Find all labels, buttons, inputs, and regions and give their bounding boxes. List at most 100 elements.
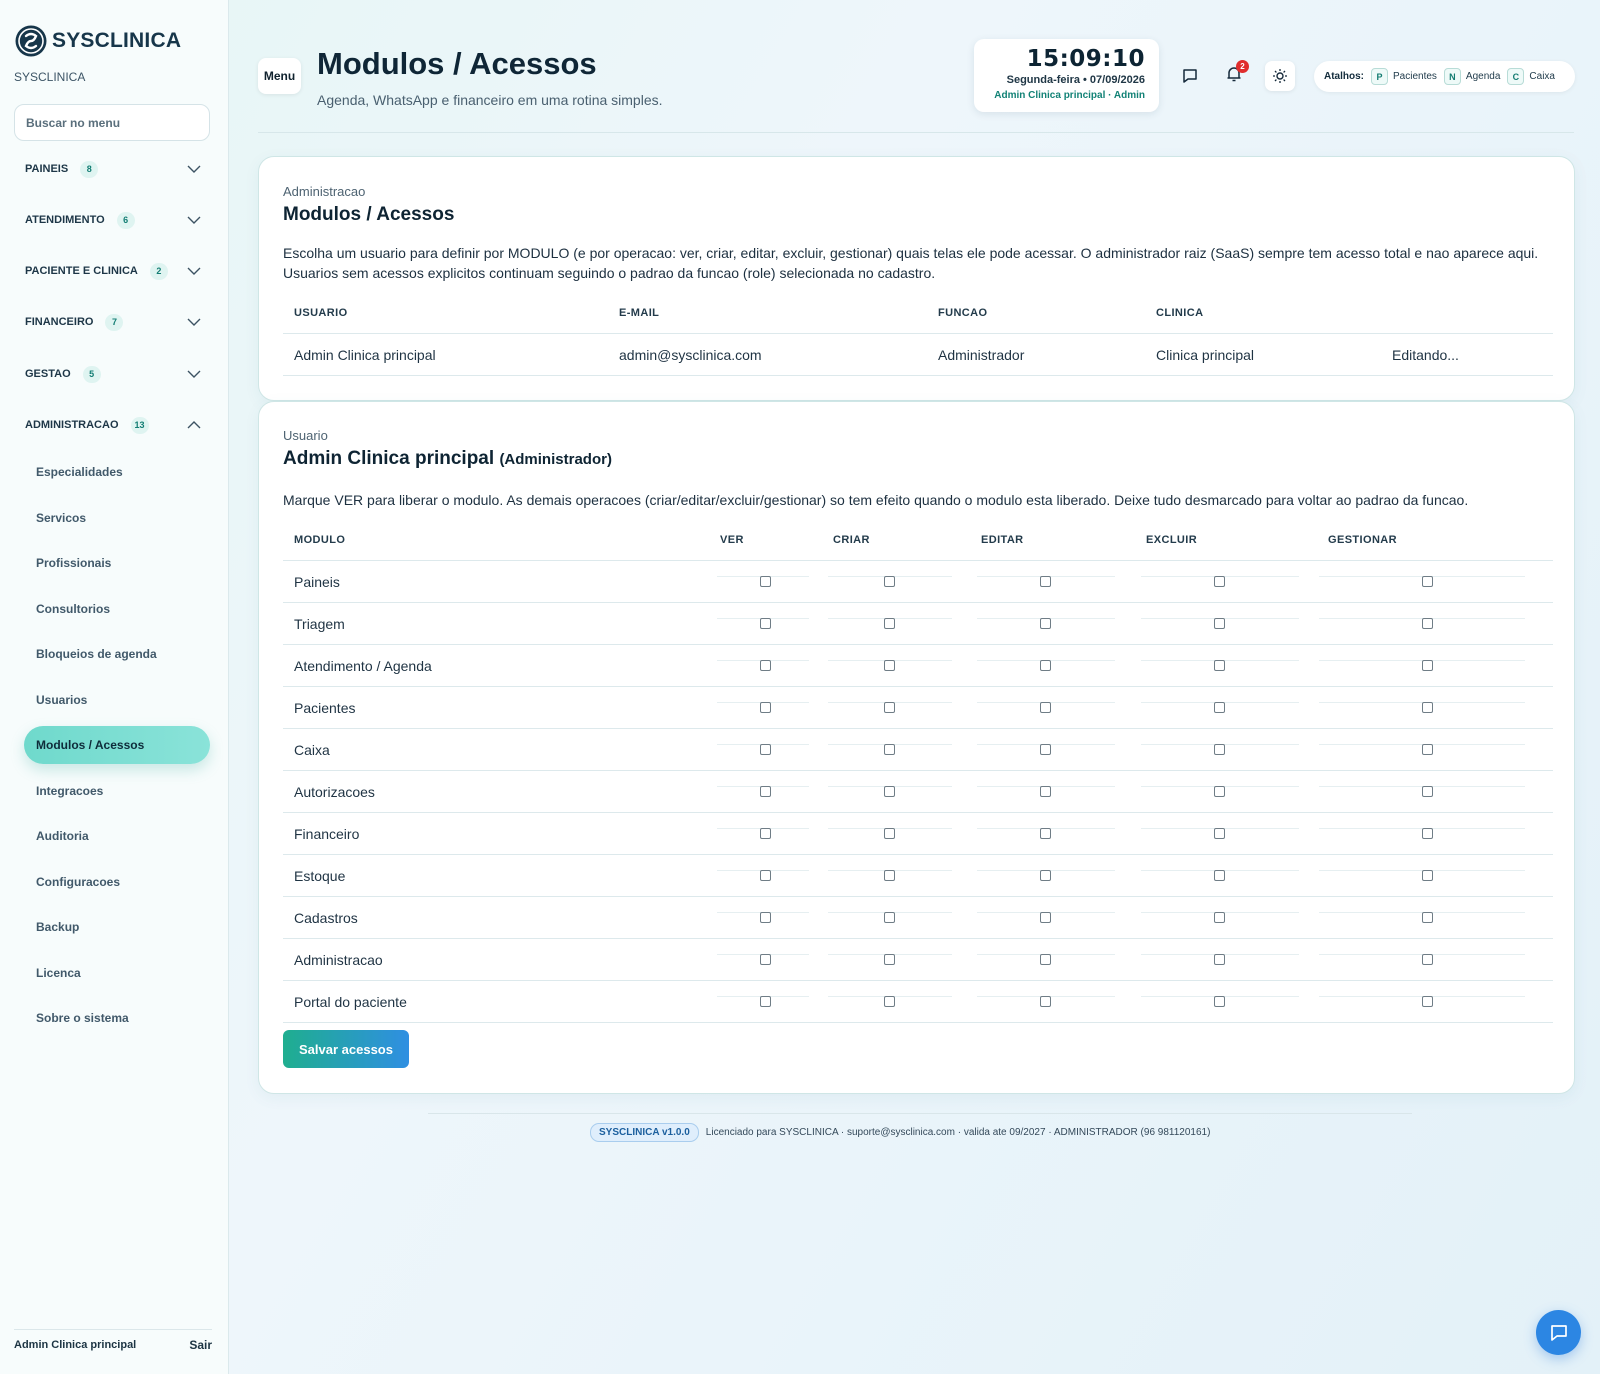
checkbox-excluir[interactable]	[1214, 744, 1225, 755]
checkbox-editar[interactable]	[1040, 954, 1051, 965]
module-name: Estoque	[294, 868, 346, 884]
shortcut-agenda[interactable]: Agenda	[1466, 71, 1500, 82]
checkbox-gestionar[interactable]	[1422, 660, 1433, 671]
checkbox-criar[interactable]	[884, 702, 895, 713]
checkbox-gestionar[interactable]	[1422, 954, 1433, 965]
shortcut-pacientes[interactable]: Pacientes	[1393, 71, 1437, 82]
checkbox-ver[interactable]	[760, 996, 771, 1007]
checkbox-excluir[interactable]	[1214, 660, 1225, 671]
header-divider	[283, 333, 1553, 334]
checkbox-gestionar[interactable]	[1422, 618, 1433, 629]
messages-button[interactable]	[1175, 61, 1205, 91]
row-divider	[283, 980, 1553, 981]
chat-support-button[interactable]	[1536, 1310, 1581, 1355]
checkbox-criar[interactable]	[884, 576, 895, 587]
col-ver: VER	[720, 534, 744, 546]
checkbox-criar[interactable]	[884, 828, 895, 839]
checkbox-ver[interactable]	[760, 870, 771, 881]
checkbox-ver[interactable]	[760, 702, 771, 713]
checkbox-editar[interactable]	[1040, 702, 1051, 713]
access-card-description: Marque VER para liberar o modulo. As dem…	[283, 492, 1469, 508]
header-divider	[283, 560, 1553, 561]
checkbox-criar[interactable]	[884, 954, 895, 965]
checkbox-criar[interactable]	[884, 870, 895, 881]
sidebar-item-modulos-acessos[interactable]: Modulos / Acessos	[24, 726, 210, 764]
chat-icon	[1183, 69, 1197, 83]
checkbox-criar[interactable]	[884, 996, 895, 1007]
sidebar-item-profissionais[interactable]: Profissionais	[24, 544, 210, 582]
sidebar-item-integracoes[interactable]: Integracoes	[24, 772, 210, 810]
checkbox-ver[interactable]	[760, 828, 771, 839]
sidebar-item-licenca[interactable]: Licenca	[24, 954, 210, 992]
checkbox-gestionar[interactable]	[1422, 576, 1433, 587]
checkbox-editar[interactable]	[1040, 786, 1051, 797]
sidebar-item-backup[interactable]: Backup	[24, 908, 210, 946]
module-name: Paineis	[294, 574, 340, 590]
sidebar-item-bloqueios-de-agenda[interactable]: Bloqueios de agenda	[24, 635, 210, 673]
checkbox-editar[interactable]	[1040, 744, 1051, 755]
sidebar-item-usuarios[interactable]: Usuarios	[24, 681, 210, 719]
sidebar-item-especialidades[interactable]: Especialidades	[24, 453, 210, 491]
checkbox-excluir[interactable]	[1214, 618, 1225, 629]
save-access-button[interactable]: Salvar acessos	[283, 1030, 409, 1068]
footer-divider	[428, 1113, 1412, 1114]
checkbox-excluir[interactable]	[1214, 912, 1225, 923]
checkbox-excluir[interactable]	[1214, 828, 1225, 839]
checkbox-gestionar[interactable]	[1422, 744, 1433, 755]
sidebar-item-sobre-o-sistema[interactable]: Sobre o sistema	[24, 999, 210, 1037]
checkbox-ver[interactable]	[760, 576, 771, 587]
checkbox-criar[interactable]	[884, 618, 895, 629]
menu-search-input[interactable]	[14, 104, 210, 141]
checkbox-criar[interactable]	[884, 660, 895, 671]
checkbox-editar[interactable]	[1040, 576, 1051, 587]
checkbox-editar[interactable]	[1040, 618, 1051, 629]
checkbox-gestionar[interactable]	[1422, 996, 1433, 1007]
theme-toggle-button[interactable]	[1265, 61, 1295, 91]
logout-link[interactable]: Sair	[189, 1338, 212, 1352]
sidebar-section-atendimento[interactable]: ATENDIMENTO 6	[25, 208, 205, 232]
checkbox-gestionar[interactable]	[1422, 786, 1433, 797]
checkbox-excluir[interactable]	[1214, 870, 1225, 881]
sidebar-item-consultorios[interactable]: Consultorios	[24, 590, 210, 628]
sidebar-section-gestao[interactable]: GESTAO 5	[25, 362, 205, 386]
brand[interactable]: SYSCLINICA	[14, 24, 181, 58]
checkbox-ver[interactable]	[760, 912, 771, 923]
checkbox-ver[interactable]	[760, 618, 771, 629]
sidebar-section-administracao[interactable]: ADMINISTRACAO 13	[25, 413, 205, 437]
notifications-button[interactable]: 2	[1219, 59, 1249, 89]
sidebar-section-paciente-e-clinica[interactable]: PACIENTE E CLINICA 2	[25, 259, 205, 283]
checkbox-excluir[interactable]	[1214, 702, 1225, 713]
shortcut-key: C	[1507, 68, 1525, 85]
checkbox-excluir[interactable]	[1214, 786, 1225, 797]
checkbox-criar[interactable]	[884, 912, 895, 923]
checkbox-gestionar[interactable]	[1422, 870, 1433, 881]
checkbox-excluir[interactable]	[1214, 996, 1225, 1007]
sidebar-item-servicos[interactable]: Servicos	[24, 499, 210, 537]
sidebar-section-financeiro[interactable]: FINANCEIRO 7	[25, 310, 205, 334]
checkbox-gestionar[interactable]	[1422, 702, 1433, 713]
checkbox-ver[interactable]	[760, 954, 771, 965]
checkbox-ver[interactable]	[760, 660, 771, 671]
checkbox-criar[interactable]	[884, 744, 895, 755]
checkbox-editar[interactable]	[1040, 660, 1051, 671]
checkbox-excluir[interactable]	[1214, 954, 1225, 965]
checkbox-criar[interactable]	[884, 786, 895, 797]
checkbox-editar[interactable]	[1040, 828, 1051, 839]
checkbox-editar[interactable]	[1040, 912, 1051, 923]
checkbox-ver[interactable]	[760, 744, 771, 755]
checkbox-gestionar[interactable]	[1422, 912, 1433, 923]
shortcut-caixa[interactable]: Caixa	[1529, 71, 1555, 82]
checkbox-excluir[interactable]	[1214, 576, 1225, 587]
checkbox-editar[interactable]	[1040, 870, 1051, 881]
sidebar-section-paineis[interactable]: PAINEIS 8	[25, 157, 205, 181]
edit-status[interactable]: Editando...	[1392, 347, 1459, 363]
menu-toggle-button[interactable]: Menu	[258, 58, 301, 94]
sun-icon	[1273, 69, 1287, 83]
checkbox-editar[interactable]	[1040, 996, 1051, 1007]
sidebar-item-auditoria[interactable]: Auditoria	[24, 817, 210, 855]
clock-card: 15:09:10 Segunda-feira • 07/09/2026 Admi…	[974, 39, 1159, 112]
checkbox-ver[interactable]	[760, 786, 771, 797]
checkbox-gestionar[interactable]	[1422, 828, 1433, 839]
sidebar-item-configuracoes[interactable]: Configuracoes	[24, 863, 210, 901]
row-divider	[283, 602, 1553, 603]
